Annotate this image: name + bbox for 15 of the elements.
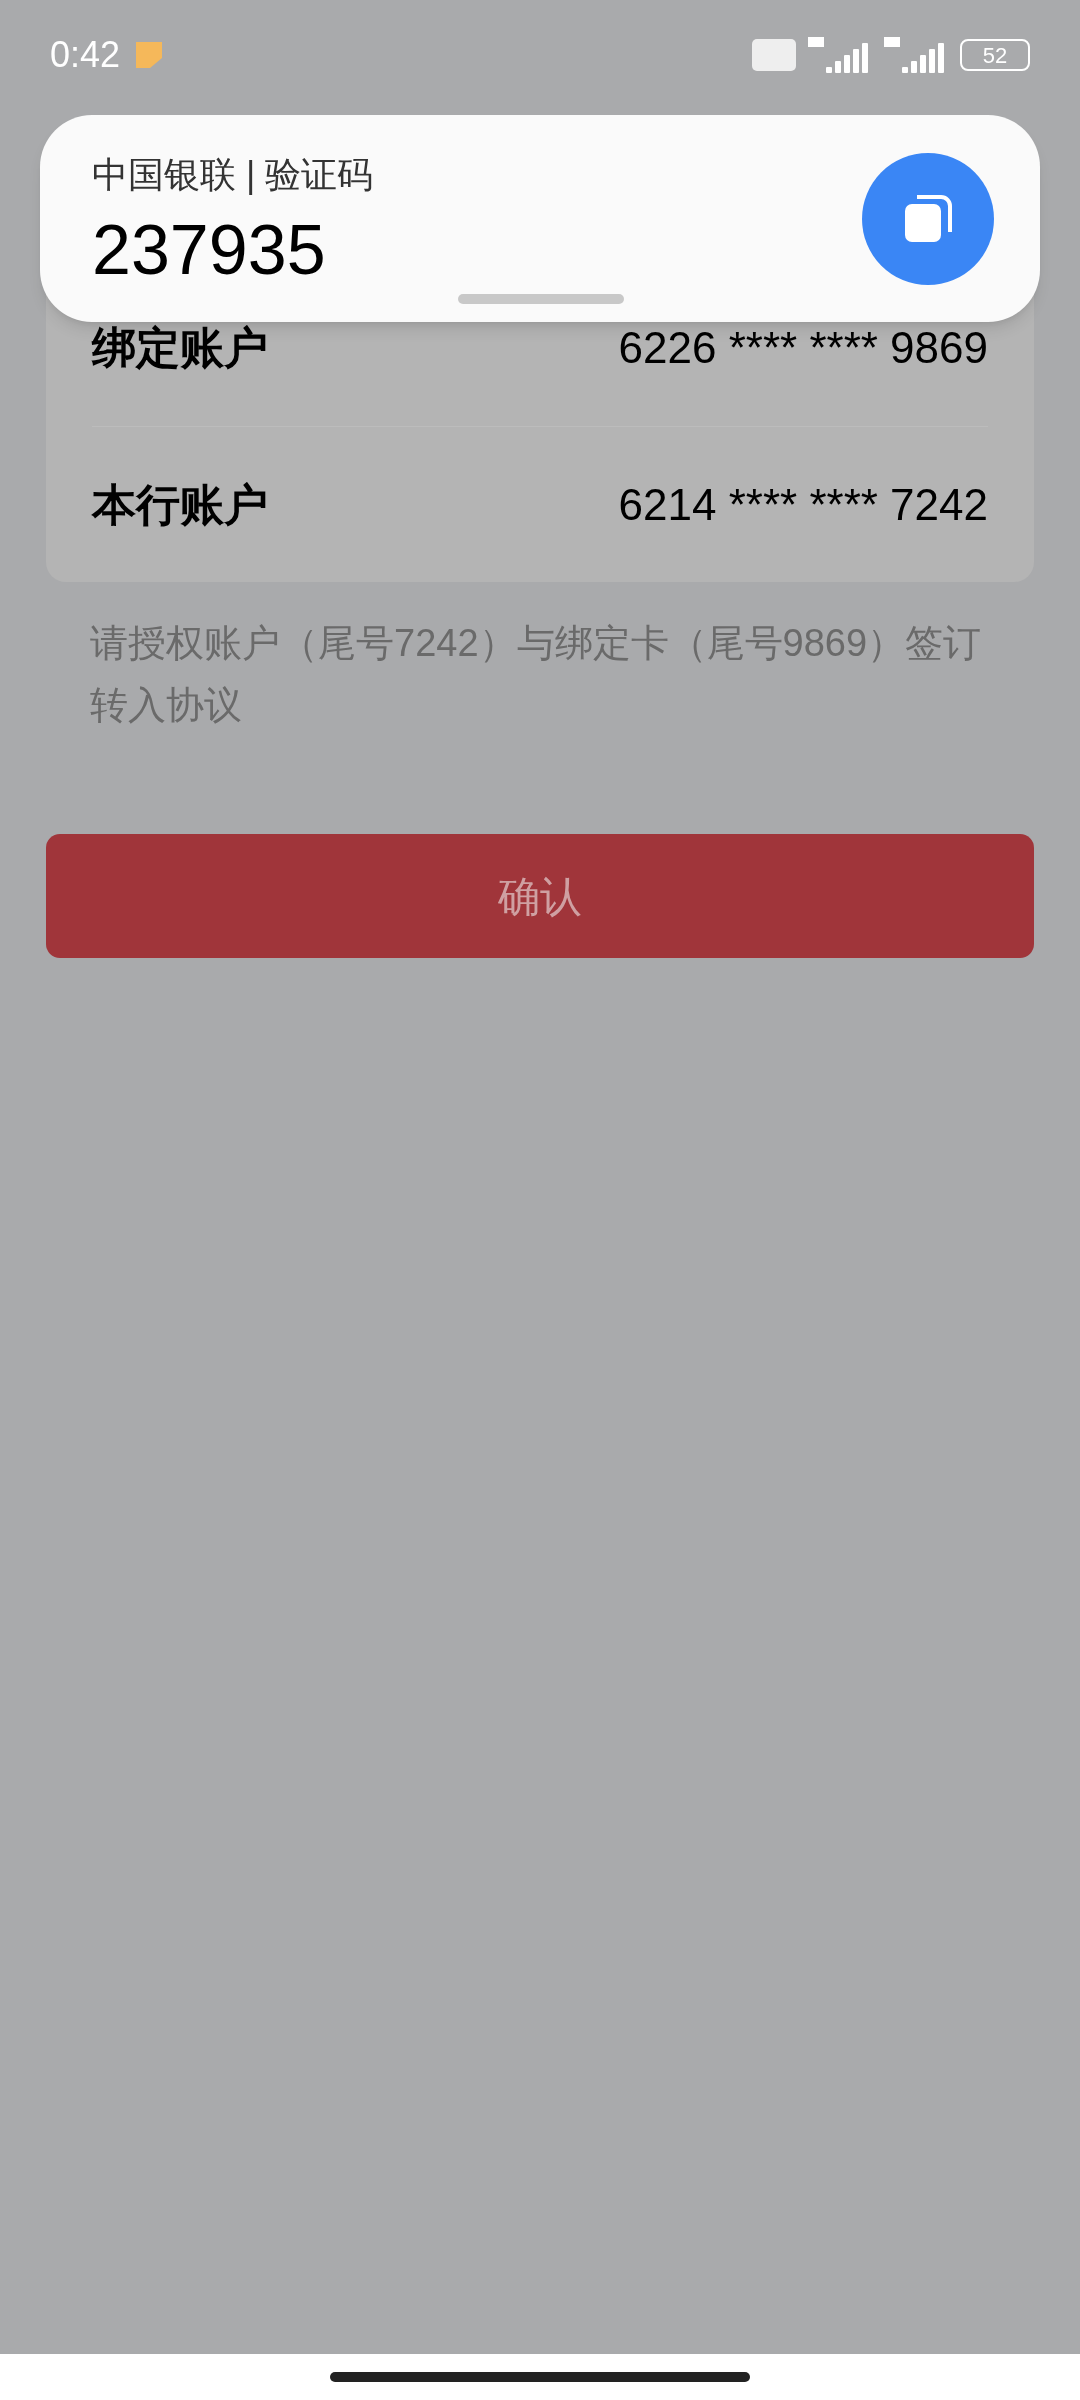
battery-icon: 52 — [960, 39, 1030, 71]
hd-icon — [752, 39, 796, 71]
copy-icon — [903, 193, 953, 244]
account-number: 6214 **** **** 7242 — [618, 478, 988, 531]
verification-code: 237935 — [92, 209, 327, 290]
notification-flag-icon — [136, 42, 163, 68]
account-label: 本行账户 — [92, 478, 268, 531]
drag-handle[interactable] — [458, 294, 624, 304]
status-time: 0:42 — [50, 33, 121, 77]
account-label: 绑定账户 — [92, 322, 268, 374]
description-text: 请授权账户（尾号7242）与绑定卡（尾号9869）签订转入协议 — [90, 621, 983, 728]
home-indicator[interactable] — [330, 2372, 750, 2382]
account-number: 6226 **** **** 9869 — [618, 322, 988, 374]
notification-card[interactable]: 中国银联 | 验证码 237935 — [40, 115, 1040, 322]
notification-source: 中国银联 | 验证码 — [92, 152, 374, 197]
